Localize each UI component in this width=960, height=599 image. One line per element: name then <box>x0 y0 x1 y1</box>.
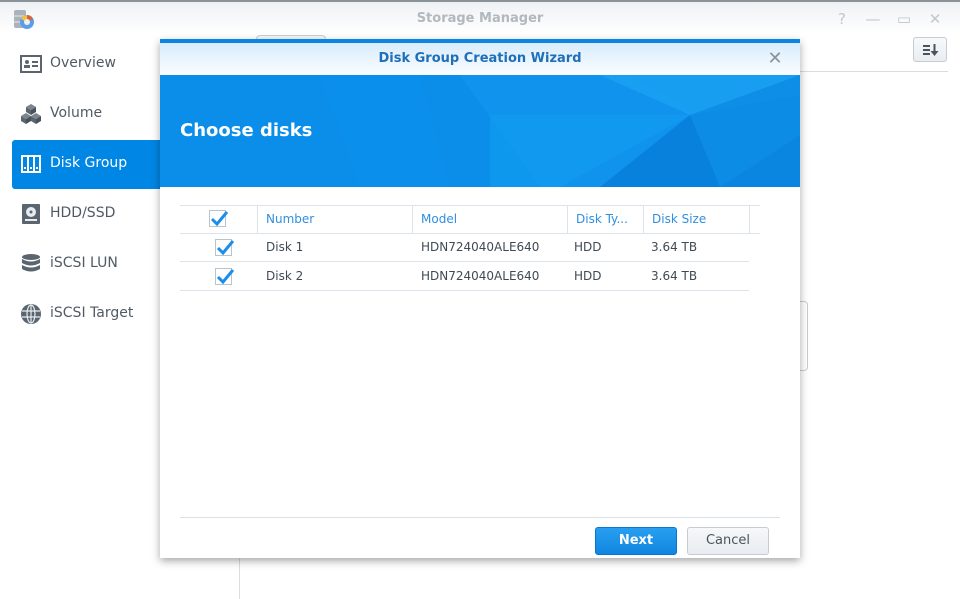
cancel-button[interactable]: Cancel <box>687 527 769 555</box>
disk-number: Disk 1 <box>266 240 304 254</box>
maximize-icon[interactable]: ▭ <box>894 9 914 29</box>
overview-icon <box>20 55 42 73</box>
dialog-header: Disk Group Creation Wizard ✕ <box>160 43 800 75</box>
table-row[interactable]: Disk 1 HDN724040ALE640 HDD 3.64 TB <box>180 234 749 262</box>
disk-group-creation-wizard: Disk Group Creation Wizard ✕ Choose disk… <box>160 39 800 558</box>
sidebar-item-label: iSCSI LUN <box>50 255 118 271</box>
dialog-close-icon[interactable]: ✕ <box>764 48 786 70</box>
hdd-icon <box>22 204 40 224</box>
disk-type: HDD <box>574 240 602 254</box>
column-header-model[interactable]: Model <box>421 212 457 226</box>
dialog-title: Disk Group Creation Wizard <box>378 51 582 66</box>
window-close-icon[interactable]: ✕ <box>925 9 945 29</box>
column-header-disk-type[interactable]: Disk Ty... <box>576 212 628 226</box>
row-checkbox[interactable] <box>215 239 234 256</box>
select-all-checkbox[interactable] <box>209 210 228 227</box>
checkmark-icon <box>216 240 234 256</box>
sidebar-item-label: Volume <box>50 105 103 121</box>
main-toolbar-divider <box>800 71 948 72</box>
column-header-number[interactable]: Number <box>266 212 314 226</box>
column-separator <box>749 206 750 234</box>
column-separator <box>412 206 413 234</box>
disk-model: HDN724040ALE640 <box>421 269 540 283</box>
database-icon <box>22 254 40 272</box>
column-separator <box>257 206 258 234</box>
column-separator <box>643 206 644 234</box>
checkmark-icon <box>210 211 228 227</box>
wizard-banner: Choose disks <box>160 75 800 187</box>
disk-size: 3.64 TB <box>651 240 698 254</box>
app-title: Storage Manager <box>416 11 544 26</box>
row-checkbox[interactable] <box>215 268 234 285</box>
disk-size: 3.64 TB <box>651 269 698 283</box>
sidebar-item-label: Overview <box>50 55 116 71</box>
sidebar-item-label: HDD/SSD <box>50 205 116 221</box>
sidebar-item-label: Disk Group <box>50 155 128 171</box>
table-header: Number Model Disk Ty... Disk Size <box>180 205 760 234</box>
storage-manager-window: Storage Manager ? — ▭ ✕ Overview Volume … <box>0 0 960 599</box>
sort-icon <box>923 44 939 56</box>
minimize-icon[interactable]: — <box>863 9 883 29</box>
title-bar: Storage Manager ? — ▭ ✕ <box>0 2 960 34</box>
disk-group-icon <box>21 155 41 173</box>
disk-model: HDN724040ALE640 <box>421 240 540 254</box>
table-row[interactable]: Disk 2 HDN724040ALE640 HDD 3.64 TB <box>180 263 749 291</box>
sort-button[interactable] <box>913 37 947 62</box>
step-title: Choose disks <box>180 120 313 141</box>
column-separator <box>567 206 568 234</box>
disk-type: HDD <box>574 269 602 283</box>
disk-number: Disk 2 <box>266 269 304 283</box>
column-header-disk-size[interactable]: Disk Size <box>652 212 706 226</box>
help-icon[interactable]: ? <box>832 9 852 29</box>
next-button[interactable]: Next <box>595 527 677 555</box>
cubes-icon <box>21 104 41 124</box>
sidebar-item-label: iSCSI Target <box>50 305 134 321</box>
footer-divider <box>180 517 780 518</box>
checkmark-icon <box>216 269 234 285</box>
globe-icon <box>21 304 41 324</box>
